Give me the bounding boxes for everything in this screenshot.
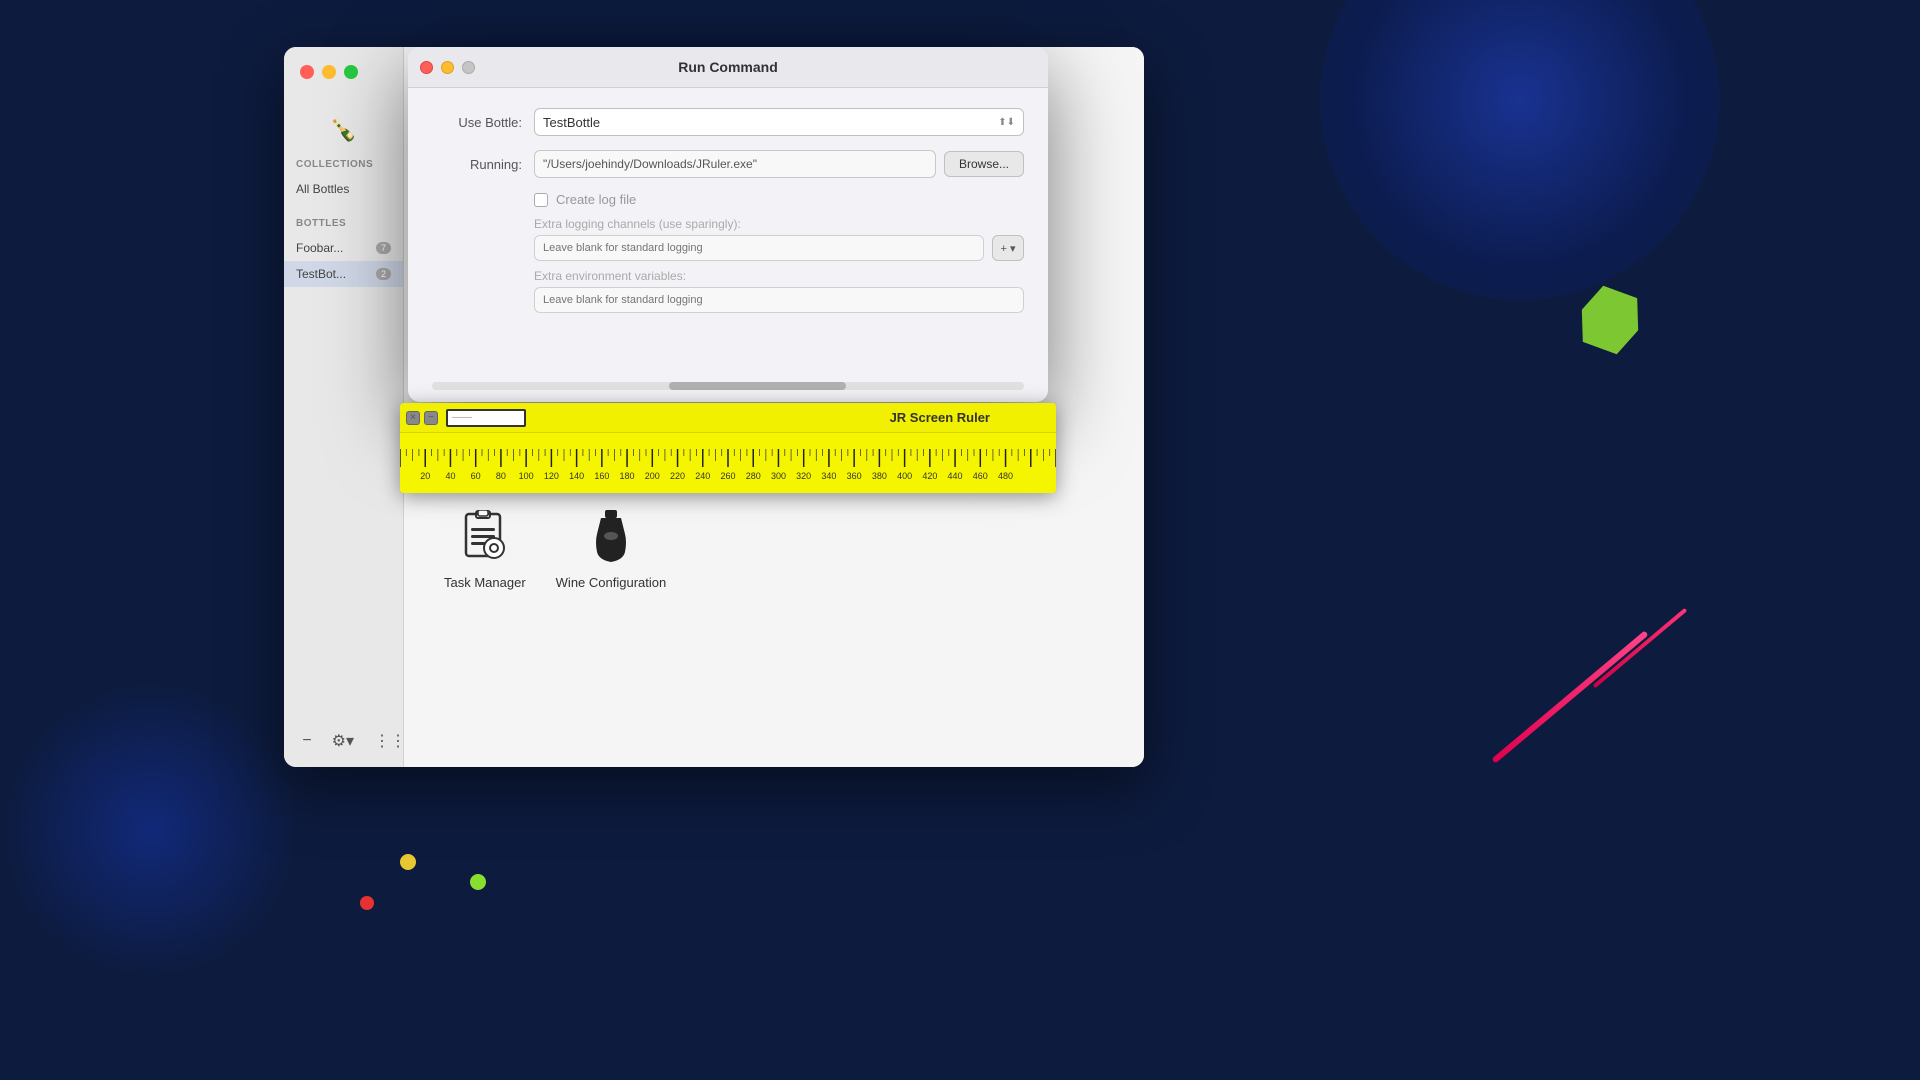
bg-yellow-dot xyxy=(400,854,416,870)
sidebar-item-foobar[interactable]: Foobar... 7 xyxy=(284,235,403,261)
svg-text:120: 120 xyxy=(544,471,559,481)
sidebar-item-testbot[interactable]: TestBot... 2 xyxy=(284,261,403,287)
window-minimize-button[interactable] xyxy=(322,65,336,79)
running-input[interactable] xyxy=(534,150,936,178)
ruler-scale: 20 40 60 80 100 120 140 160 180 200 220 240 260 280 30… xyxy=(400,443,1056,493)
extra-logging-section: Extra logging channels (use sparingly): … xyxy=(534,217,1024,313)
svg-text:300: 300 xyxy=(771,471,786,481)
create-log-row: Create log file xyxy=(534,192,1024,207)
bottles-icon: 🍾 xyxy=(330,117,357,143)
svg-text:140: 140 xyxy=(569,471,584,481)
svg-text:280: 280 xyxy=(746,471,761,481)
svg-text:480: 480 xyxy=(998,471,1013,481)
use-bottle-row: Use Bottle: TestBottle ⬆⬇ xyxy=(432,108,1024,136)
dialog-title: Run Command xyxy=(678,59,778,75)
bottles-section-label: BOTTLES xyxy=(284,218,403,229)
svg-text:420: 420 xyxy=(922,471,937,481)
ruler-minimize-button[interactable]: − xyxy=(424,411,438,425)
sidebar: 🍾 COLLECTIONS All Bottles BOTTLES Foobar… xyxy=(284,47,404,767)
task-manager-icon xyxy=(455,507,515,567)
dialog-minimize-button[interactable] xyxy=(441,61,454,74)
collections-section-label: COLLECTIONS xyxy=(284,159,403,170)
ruler-ticks-svg: 20 40 60 80 100 120 140 160 180 200 220 240 260 280 30… xyxy=(400,449,1056,493)
create-log-checkbox[interactable] xyxy=(534,193,548,207)
add-channel-button[interactable]: + ▾ xyxy=(992,235,1024,261)
bg-line-1 xyxy=(1491,630,1648,763)
dialog-maximize-button[interactable] xyxy=(462,61,475,74)
dialog-window-controls xyxy=(420,61,475,74)
wine-config-tool[interactable]: Wine Configuration xyxy=(556,507,667,590)
use-bottle-label: Use Bottle: xyxy=(432,115,522,130)
bg-red-dot xyxy=(360,896,374,910)
foobar-badge: 7 xyxy=(376,242,391,254)
dialog-titlebar: Run Command xyxy=(408,47,1048,88)
wine-bottle-icon xyxy=(581,507,641,567)
bg-circle-2 xyxy=(0,680,300,980)
task-manager-tool[interactable]: Task Manager xyxy=(444,507,526,590)
svg-text:100: 100 xyxy=(519,471,534,481)
create-log-label: Create log file xyxy=(556,192,636,207)
dialog-scrollbar[interactable] xyxy=(432,382,1024,390)
svg-text:80: 80 xyxy=(496,471,506,481)
svg-text:240: 240 xyxy=(695,471,710,481)
ruler-title: JR Screen Ruler xyxy=(890,410,990,425)
env-vars-input[interactable] xyxy=(534,287,1024,313)
task-manager-label: Task Manager xyxy=(444,575,526,590)
dialog-close-button[interactable] xyxy=(420,61,433,74)
running-row: Running: Browse... xyxy=(432,150,1024,178)
window-close-button[interactable] xyxy=(300,65,314,79)
svg-text:320: 320 xyxy=(796,471,811,481)
svg-text:160: 160 xyxy=(594,471,609,481)
ruler-close-button[interactable]: × xyxy=(406,411,420,425)
ruler-position-input[interactable]: —— xyxy=(446,409,526,427)
add-bottle-button[interactable]: +▾ xyxy=(284,727,288,755)
use-bottle-select[interactable]: TestBottle ⬆⬇ xyxy=(534,108,1024,136)
svg-text:60: 60 xyxy=(471,471,481,481)
extra-logging-label: Extra logging channels (use sparingly): xyxy=(534,217,1024,231)
testbot-badge: 2 xyxy=(376,268,391,280)
wine-config-label: Wine Configuration xyxy=(556,575,667,590)
logging-channels-input[interactable] xyxy=(534,235,984,261)
bg-circle-1 xyxy=(1320,0,1720,300)
svg-text:40: 40 xyxy=(445,471,455,481)
svg-text:260: 260 xyxy=(720,471,735,481)
running-label: Running: xyxy=(432,157,522,172)
svg-text:20: 20 xyxy=(420,471,430,481)
ruler-window: × − —— JR Screen Ruler 20 40 60 80 100 120 140… xyxy=(400,403,1056,493)
svg-text:380: 380 xyxy=(872,471,887,481)
svg-text:360: 360 xyxy=(847,471,862,481)
svg-text:440: 440 xyxy=(948,471,963,481)
run-command-dialog: Run Command Use Bottle: TestBottle ⬆⬇ Ru… xyxy=(408,47,1048,402)
browse-button[interactable]: Browse... xyxy=(944,151,1024,177)
sidebar-item-all-bottles[interactable]: All Bottles xyxy=(284,176,403,202)
window-controls xyxy=(300,65,358,79)
svg-text:180: 180 xyxy=(620,471,635,481)
bg-green-shape xyxy=(1572,282,1649,359)
bg-lime-dot xyxy=(470,874,486,890)
svg-text:340: 340 xyxy=(821,471,836,481)
dialog-scrollbar-thumb xyxy=(669,382,847,390)
svg-text:220: 220 xyxy=(670,471,685,481)
settings-button[interactable]: ⚙▾ xyxy=(326,727,360,755)
svg-text:400: 400 xyxy=(897,471,912,481)
svg-text:460: 460 xyxy=(973,471,988,481)
env-vars-row xyxy=(534,287,1024,313)
extra-env-label: Extra environment variables: xyxy=(534,269,1024,283)
bg-line-2 xyxy=(1593,608,1687,688)
ruler-titlebar: × − —— JR Screen Ruler xyxy=(400,403,1056,433)
window-maximize-button[interactable] xyxy=(344,65,358,79)
select-arrow-icon: ⬆⬇ xyxy=(998,117,1015,128)
logging-channels-row: + ▾ xyxy=(534,235,1024,261)
svg-text:200: 200 xyxy=(645,471,660,481)
dialog-body: Use Bottle: TestBottle ⬆⬇ Running: Brows… xyxy=(408,88,1048,341)
remove-bottle-button[interactable]: − xyxy=(296,728,317,754)
